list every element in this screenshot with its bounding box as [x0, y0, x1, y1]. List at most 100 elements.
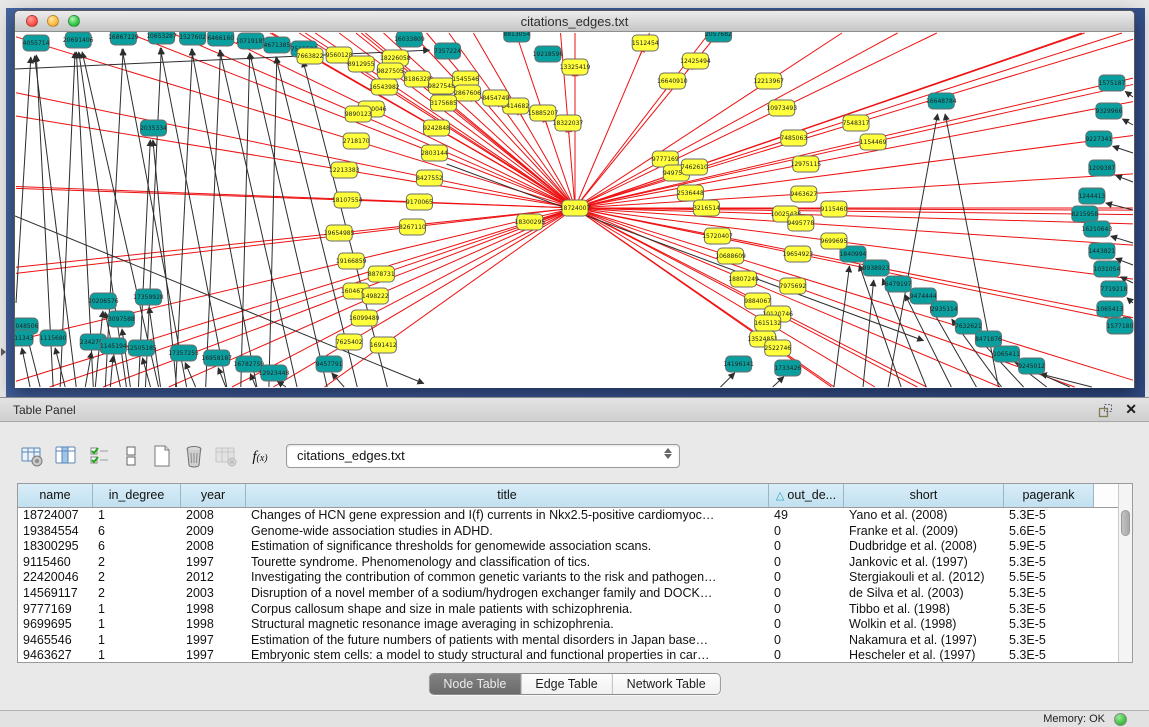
- function-builder-button[interactable]: f(x): [246, 443, 274, 471]
- network-node[interactable]: 8215958: [1071, 206, 1098, 222]
- network-node[interactable]: 9699695: [821, 233, 848, 249]
- column-header-out-de-[interactable]: △ out_de...: [769, 484, 844, 507]
- network-node[interactable]: 16648784: [926, 93, 957, 109]
- table-row[interactable]: 1938455462009Genome-wide association stu…: [18, 524, 1132, 540]
- network-node[interactable]: 16640910: [657, 73, 688, 89]
- column-header-name[interactable]: name: [18, 484, 93, 507]
- network-node[interactable]: 20691406: [63, 32, 94, 48]
- table-row[interactable]: 977716911998Corpus callosum shape and si…: [18, 602, 1132, 618]
- network-hub-node[interactable]: 18724007: [560, 200, 591, 216]
- network-node[interactable]: 18300295: [515, 214, 546, 230]
- network-node[interactable]: 8186328: [404, 71, 431, 87]
- network-node[interactable]: 3175685: [430, 95, 457, 111]
- tab-edge-table[interactable]: Edge Table: [521, 674, 612, 694]
- network-node[interactable]: 19654985: [324, 225, 355, 241]
- float-panel-icon[interactable]: [1098, 403, 1113, 418]
- network-node[interactable]: 7462610: [681, 159, 708, 175]
- network-node[interactable]: 7548317: [843, 115, 870, 131]
- network-node[interactable]: 16867129: [108, 32, 139, 45]
- network-node[interactable]: 2536448: [677, 185, 704, 201]
- network-node[interactable]: 1065413: [1097, 301, 1124, 317]
- network-node[interactable]: 1615132: [754, 315, 781, 331]
- network-node[interactable]: 9463627: [790, 186, 817, 202]
- network-node[interactable]: 16099489: [349, 310, 380, 326]
- network-node[interactable]: 8454749: [482, 90, 509, 106]
- table-vertical-scrollbar[interactable]: [1118, 484, 1132, 662]
- network-node[interactable]: 12425494: [680, 53, 711, 69]
- network-node[interactable]: 9827548: [428, 78, 455, 94]
- column-header-pagerank[interactable]: pagerank: [1004, 484, 1094, 507]
- select-all-button[interactable]: [86, 443, 114, 471]
- delete-column-button[interactable]: [180, 443, 208, 471]
- network-node[interactable]: 1733426: [774, 360, 801, 376]
- network-node[interactable]: 2057682: [705, 32, 732, 42]
- network-node[interactable]: 13325419: [560, 59, 591, 75]
- network-node[interactable]: 8938923: [863, 260, 890, 276]
- network-node[interactable]: 6479197: [885, 276, 912, 292]
- column-header-title[interactable]: title: [246, 484, 769, 507]
- network-node[interactable]: 1209387: [1088, 160, 1115, 176]
- network-node[interactable]: 1065411: [993, 346, 1020, 362]
- network-node[interactable]: 12505185: [126, 340, 157, 356]
- network-node[interactable]: 9170065: [406, 194, 433, 210]
- network-canvas[interactable]: 4055714206914061686712910653287152760264…: [15, 32, 1134, 388]
- network-graph[interactable]: 4055714206914061686712910653287152760264…: [15, 32, 1134, 388]
- delete-table-button[interactable]: [212, 443, 240, 471]
- network-node[interactable]: 7485063: [780, 130, 807, 146]
- network-node[interactable]: 2867606: [454, 85, 481, 101]
- network-node[interactable]: 1527602: [179, 32, 206, 45]
- network-node[interactable]: 3216514: [693, 200, 720, 216]
- network-node[interactable]: 1691412: [370, 337, 397, 353]
- network-node[interactable]: 10688609: [715, 248, 746, 264]
- network-node[interactable]: 2803144: [421, 145, 448, 161]
- network-node[interactable]: 17357255: [168, 345, 199, 361]
- network-node[interactable]: 8813054: [503, 32, 530, 42]
- network-node[interactable]: 9495778: [787, 215, 814, 231]
- network-node[interactable]: 16958187: [201, 350, 232, 366]
- network-node[interactable]: 12213967: [753, 73, 784, 89]
- network-node[interactable]: 16210643: [1082, 221, 1113, 237]
- network-node[interactable]: 15885207: [528, 105, 559, 121]
- column-header-short[interactable]: short: [844, 484, 1004, 507]
- network-node[interactable]: 16543982: [369, 79, 400, 95]
- table-row[interactable]: 1830029562008Estimation of significance …: [18, 539, 1132, 555]
- network-node[interactable]: 12923448: [259, 365, 290, 381]
- network-node[interactable]: 1115680: [40, 330, 67, 346]
- network-node[interactable]: 9457791: [316, 356, 343, 372]
- network-node[interactable]: 4671385: [264, 37, 291, 53]
- network-node[interactable]: 2935114: [931, 301, 958, 317]
- network-node[interactable]: 1577180: [1107, 318, 1134, 334]
- table-options-button[interactable]: [18, 443, 46, 471]
- network-node[interactable]: 2718170: [343, 133, 370, 149]
- network-node[interactable]: 4055714: [23, 35, 50, 51]
- network-node[interactable]: 1575187: [1099, 75, 1126, 91]
- network-node[interactable]: 9227341: [1085, 131, 1112, 147]
- network-node[interactable]: 14196141: [723, 356, 754, 372]
- table-row[interactable]: 946554611997Estimation of the future num…: [18, 633, 1132, 649]
- network-node[interactable]: 2035334: [140, 120, 167, 136]
- network-node[interactable]: 7625402: [336, 334, 363, 350]
- close-panel-icon[interactable]: ✕: [1125, 401, 1137, 418]
- network-node[interactable]: 8912955: [348, 56, 375, 72]
- network-node[interactable]: 1154469: [860, 134, 887, 150]
- column-header-in-degree[interactable]: in_degree: [93, 484, 181, 507]
- network-node[interactable]: 1443821: [1088, 243, 1115, 259]
- network-node[interactable]: 9827505: [377, 63, 404, 79]
- network-node[interactable]: 12213383: [329, 162, 360, 178]
- network-node[interactable]: 18807249: [728, 271, 759, 287]
- table-row[interactable]: 2242004622012Investigating the contribut…: [18, 570, 1132, 586]
- column-header-year[interactable]: year: [181, 484, 246, 507]
- network-node[interactable]: 9890123: [345, 106, 372, 122]
- tab-node-table[interactable]: Node Table: [429, 674, 521, 694]
- table-row[interactable]: 1456911722003Disruption of a novel membe…: [18, 586, 1132, 602]
- network-node[interactable]: 18322037: [553, 115, 584, 131]
- network-node[interactable]: 9115460: [821, 201, 848, 217]
- network-node[interactable]: 7719218: [1101, 281, 1128, 297]
- network-node[interactable]: 7357224: [434, 43, 461, 59]
- network-node[interactable]: 9245012: [1018, 358, 1045, 374]
- create-column-button[interactable]: [148, 443, 176, 471]
- network-node[interactable]: 12975115: [791, 156, 822, 172]
- tab-network-table[interactable]: Network Table: [613, 674, 720, 694]
- network-node[interactable]: 1031054: [1094, 261, 1121, 277]
- show-columns-button[interactable]: [52, 443, 80, 471]
